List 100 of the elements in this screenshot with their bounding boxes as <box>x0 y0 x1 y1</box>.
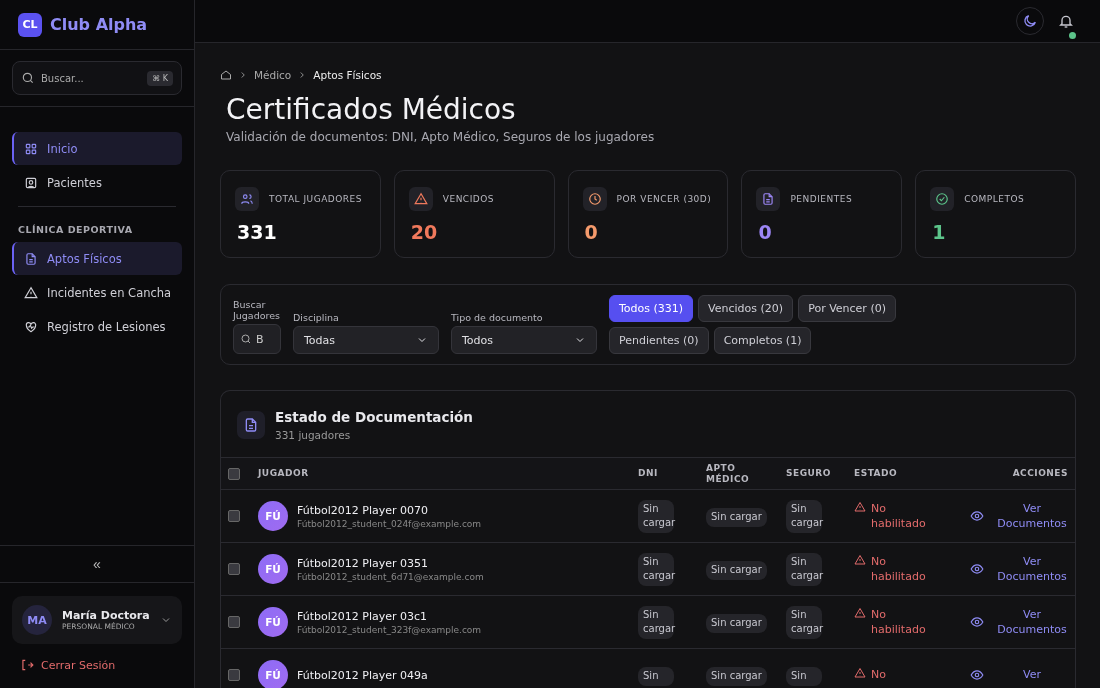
player-name: Fútbol2012 Player 049a <box>297 668 428 682</box>
home-icon[interactable] <box>220 69 232 81</box>
player-name: Fútbol2012 Player 03c1 <box>297 609 429 623</box>
table-subtitle: 331 jugadores <box>275 429 352 441</box>
search-icon <box>21 71 35 85</box>
status-tag: Sin cargar <box>786 552 822 586</box>
filter-tab[interactable]: Pendientes (0) <box>609 327 709 354</box>
table-title: Estado de Documentación <box>275 409 473 425</box>
moon-icon <box>1022 13 1038 29</box>
eye-icon[interactable] <box>970 668 984 682</box>
row-checkbox[interactable] <box>228 510 240 522</box>
status-tag: Sin cargar <box>638 499 674 533</box>
status-text: No habilitado <box>871 606 926 638</box>
player-email: Fútbol2012_student_323f@example.com <box>297 624 482 635</box>
player-avatar: FÚ <box>258 607 288 637</box>
users-icon <box>235 187 259 211</box>
nav-item[interactable]: Aptos Físicos <box>12 242 182 275</box>
search-field[interactable]: B <box>233 324 281 354</box>
column-header: APTO MÉDICO <box>706 462 751 485</box>
column-header: ACCIONES <box>1012 468 1068 479</box>
column-header: DNI <box>638 468 659 479</box>
stat-value: 20 <box>409 221 439 243</box>
document-icon <box>237 411 265 439</box>
column-header: JUGADOR <box>258 468 308 479</box>
nav-item[interactable]: Pacientes <box>12 166 182 199</box>
warning-icon <box>854 553 866 566</box>
warning-icon <box>408 187 433 211</box>
column-header: SEGURO <box>786 468 832 479</box>
breadcrumb-link[interactable]: Médico <box>254 69 292 81</box>
row-checkbox[interactable] <box>228 616 240 628</box>
player-name: Fútbol2012 Player 0351 <box>297 556 429 570</box>
stat-value: 1 <box>931 221 947 243</box>
page-subtitle: Validación de documentos: DNI, Apto Médico, Seguros de los jugadores <box>226 130 656 144</box>
stat-label: VENCIDOS <box>442 194 495 204</box>
status-text: No habilitado <box>871 500 926 532</box>
stat-value: 0 <box>583 221 599 243</box>
stat-value: 0 <box>757 221 773 243</box>
status-tag: Sin cargar <box>706 561 767 580</box>
view-documents-link[interactable]: Ver Documentos <box>996 500 1068 532</box>
discipline-dropdown[interactable]: Todas <box>293 326 439 354</box>
document-icon <box>24 251 38 266</box>
user-name: María Doctora <box>62 609 150 622</box>
eye-icon[interactable] <box>970 562 984 576</box>
filter-tab[interactable]: Vencidos (20) <box>698 295 794 322</box>
player-email: Fútbol2012_student_6d71@example.com <box>297 571 484 582</box>
collapse-button[interactable]: « <box>87 554 107 574</box>
field-label: Buscar Jugadores <box>233 299 281 321</box>
status-text: No habilitado <box>871 553 926 585</box>
stat-value: 331 <box>236 221 278 243</box>
logout-icon <box>20 658 34 672</box>
clock-icon <box>582 187 607 211</box>
status-tag: Sin <box>786 667 822 686</box>
stat-label: COMPLETOS <box>964 194 1025 204</box>
field-label: Tipo de documento <box>451 312 544 323</box>
warning-icon <box>854 606 866 619</box>
grid-icon <box>24 141 38 156</box>
view-documents-link[interactable]: Ver <box>996 667 1068 683</box>
column-header: ESTADO <box>854 468 899 479</box>
eye-icon[interactable] <box>970 615 984 629</box>
stat-label: POR VENCER (30D) <box>616 194 712 204</box>
row-checkbox[interactable] <box>228 669 240 681</box>
player-name: Fútbol2012 Player 0070 <box>297 503 429 517</box>
id-card-icon <box>24 175 38 190</box>
view-documents-link[interactable]: Ver Documentos <box>996 606 1068 638</box>
nav-item[interactable]: Registro de Lesiones <box>12 310 182 343</box>
heart-pulse-icon <box>24 319 38 334</box>
status-tag: Sin <box>638 667 674 686</box>
filter-tab[interactable]: Todos (331) <box>609 295 694 322</box>
eye-icon[interactable] <box>970 509 984 523</box>
app-title: Club Alpha <box>50 15 148 34</box>
select-all-checkbox[interactable] <box>228 467 240 480</box>
search-field[interactable]: Buscar... ⌘ K <box>12 61 182 95</box>
nav-item[interactable]: Inicio <box>12 132 182 165</box>
document-type-dropdown[interactable]: Todos <box>451 326 597 354</box>
status-tag: Sin cargar <box>786 605 822 639</box>
status-tag: Sin cargar <box>786 499 822 533</box>
warning-icon <box>24 285 38 300</box>
stat-label: TOTAL JUGADORES <box>269 194 362 204</box>
warning-icon <box>854 667 866 680</box>
row-checkbox[interactable] <box>228 563 240 575</box>
filter-tab[interactable]: Por Vencer (0) <box>798 295 896 322</box>
bell-icon <box>1058 13 1074 29</box>
view-documents-link[interactable]: Ver Documentos <box>996 553 1068 585</box>
status-tag: Sin cargar <box>706 667 767 686</box>
club-logo: CL <box>18 12 42 37</box>
player-avatar: FÚ <box>258 501 288 531</box>
status-tag: Sin cargar <box>638 552 674 586</box>
player-avatar: FÚ <box>258 554 288 584</box>
status-tag: Sin cargar <box>638 605 674 639</box>
field-label: Disciplina <box>293 312 340 323</box>
nav-item[interactable]: Incidentes en Cancha <box>12 276 182 309</box>
page-title: Certificados Médicos <box>226 93 517 126</box>
status-tag: Sin cargar <box>706 614 767 633</box>
breadcrumb-link[interactable]: Aptos Físicos <box>313 69 382 81</box>
filter-tab[interactable]: Completos (1) <box>713 327 812 354</box>
section-heading: CLÍNICA DEPORTIVA <box>17 224 134 237</box>
logout-link[interactable]: Cerrar Sesión <box>12 654 182 676</box>
status-tag: Sin cargar <box>706 508 767 527</box>
stat-label: PENDIENTES <box>790 194 853 204</box>
user-avatar: MA <box>22 605 52 635</box>
